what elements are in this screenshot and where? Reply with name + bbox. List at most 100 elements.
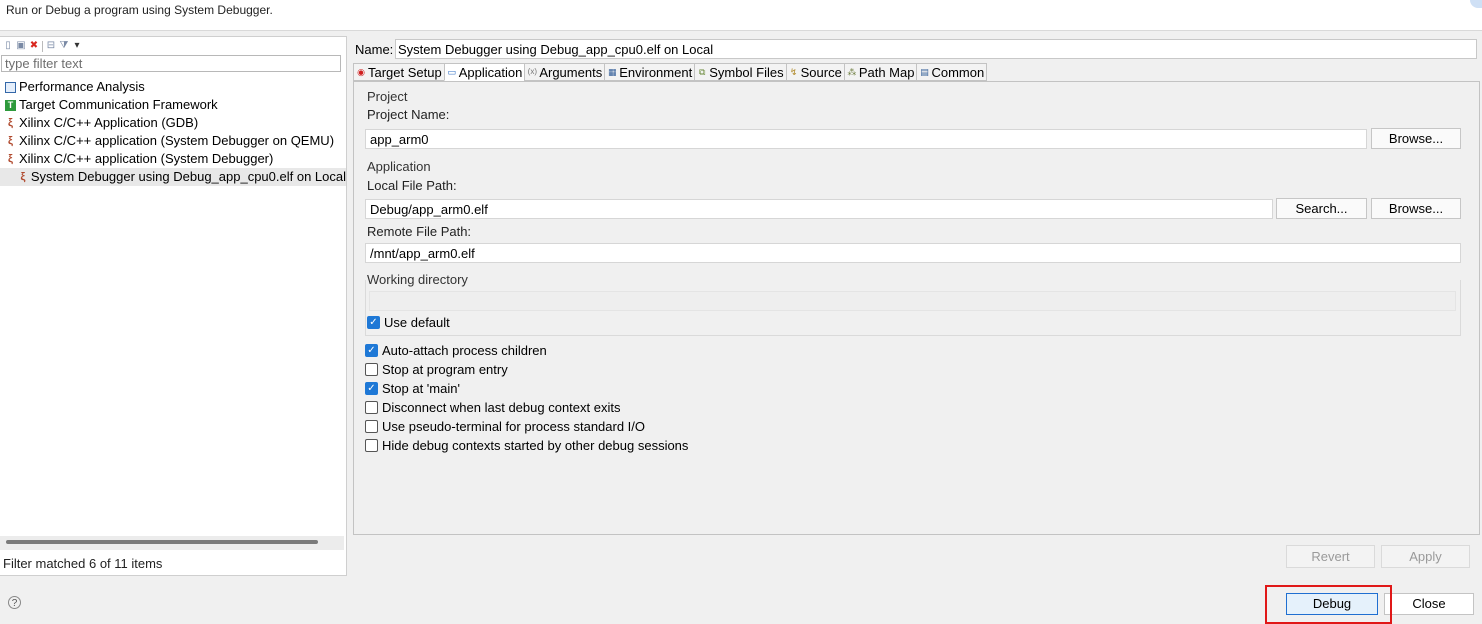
tcf-icon: T: [5, 99, 16, 111]
revert-button[interactable]: Revert: [1286, 545, 1375, 568]
config-tabs: ◉ Target Setup ▭ Application (x) Argumen…: [353, 63, 988, 81]
tab-environment[interactable]: ▦ Environment: [604, 63, 695, 81]
tab-label: Common: [931, 64, 985, 80]
remote-file-path-field[interactable]: [365, 243, 1461, 263]
project-name-label: Project Name:: [367, 107, 450, 122]
config-editor-pane: Name: ◉ Target Setup ▭ Application (x) A…: [351, 36, 1482, 574]
tree-item-performance-analysis[interactable]: Performance Analysis: [0, 78, 346, 96]
xilinx-icon: ξ: [8, 152, 13, 165]
path-map-icon: ⁂: [847, 67, 857, 77]
option-hide-other-sessions[interactable]: Hide debug contexts started by other deb…: [365, 436, 688, 455]
common-icon: ▤: [920, 67, 929, 77]
project-group-title: Project: [367, 89, 408, 104]
option-label: Stop at program entry: [382, 362, 508, 377]
option-label: Hide debug contexts started by other deb…: [382, 438, 689, 453]
tab-label: Target Setup: [368, 64, 442, 80]
tab-application[interactable]: ▭ Application: [443, 63, 525, 81]
local-path-browse-button[interactable]: Browse...: [1371, 198, 1461, 219]
project-browse-button[interactable]: Browse...: [1371, 128, 1461, 149]
filter-icon[interactable]: ⧩: [59, 41, 69, 51]
xilinx-icon: ξ: [20, 170, 26, 183]
application-group-title: Application: [367, 159, 431, 174]
help-icon[interactable]: ?: [8, 596, 21, 609]
duplicate-icon[interactable]: ▣: [16, 41, 26, 51]
config-tree: Performance Analysis T Target Communicat…: [0, 78, 346, 186]
option-pseudo-terminal[interactable]: Use pseudo-terminal for process standard…: [365, 417, 688, 436]
view-menu-icon[interactable]: ▾: [72, 41, 82, 51]
option-stop-at-entry[interactable]: Stop at program entry: [365, 360, 688, 379]
option-label: Disconnect when last debug context exits: [382, 400, 621, 415]
header-banner-icon: [1470, 0, 1482, 8]
checkbox-checked-icon: ✓: [365, 382, 378, 395]
xilinx-icon: ξ: [8, 116, 13, 129]
tree-item-label: System Debugger using Debug_app_cpu0.elf…: [30, 169, 346, 184]
target-icon: ◉: [357, 67, 365, 77]
filter-status: Filter matched 6 of 11 items: [3, 556, 163, 571]
tab-label: Path Map: [858, 64, 915, 80]
tab-label: Environment: [619, 64, 693, 80]
application-icon: ▭: [447, 67, 456, 77]
filter-input[interactable]: [1, 55, 341, 72]
close-button[interactable]: Close: [1384, 593, 1474, 615]
debug-button[interactable]: Debug: [1286, 593, 1378, 615]
tab-arguments[interactable]: (x) Arguments: [524, 63, 605, 81]
symbol-files-icon: ⧉: [698, 67, 706, 77]
collapse-all-icon[interactable]: ⊟: [46, 41, 56, 51]
debug-options-list: ✓ Auto-attach process children Stop at p…: [365, 341, 688, 455]
tree-item-label: Xilinx C/C++ Application (GDB): [19, 115, 199, 130]
option-label: Stop at 'main': [382, 381, 460, 396]
delete-icon[interactable]: ✖: [29, 41, 39, 51]
option-disconnect-last-context[interactable]: Disconnect when last debug context exits: [365, 398, 688, 417]
dialog-header: Run or Debug a program using System Debu…: [0, 0, 1482, 31]
new-config-icon[interactable]: ▯: [3, 41, 13, 51]
tree-item-xilinx-system-debugger-qemu[interactable]: ξ Xilinx C/C++ application (System Debug…: [0, 132, 346, 150]
apply-button[interactable]: Apply: [1381, 545, 1470, 568]
tree-item-xilinx-gdb[interactable]: ξ Xilinx C/C++ Application (GDB): [0, 114, 346, 132]
tab-target-setup[interactable]: ◉ Target Setup: [353, 63, 444, 81]
checkbox-unchecked-icon: [365, 401, 378, 414]
tree-item-label: Xilinx C/C++ application (System Debugge…: [19, 151, 274, 166]
checkbox-checked-icon: ✓: [367, 316, 380, 329]
left-toolbar: ▯ ▣ ✖ ⊟ ⧩ ▾: [3, 39, 82, 53]
tab-source[interactable]: ↯ Source: [785, 63, 844, 81]
tree-item-target-communication-framework[interactable]: T Target Communication Framework: [0, 96, 346, 114]
tree-item-xilinx-system-debugger[interactable]: ξ Xilinx C/C++ application (System Debug…: [0, 150, 346, 168]
performance-icon: [5, 81, 16, 93]
environment-icon: ▦: [607, 67, 617, 77]
tab-symbol-files[interactable]: ⧉ Symbol Files: [694, 63, 786, 81]
tab-label: Application: [458, 64, 523, 80]
name-label: Name:: [355, 42, 394, 57]
tab-common[interactable]: ▤ Common: [916, 63, 988, 81]
local-file-path-label: Local File Path:: [367, 178, 457, 193]
horizontal-scrollbar-thumb[interactable]: [6, 540, 318, 544]
dialog-button-bar: [0, 578, 1482, 624]
tab-label: Source: [800, 64, 842, 80]
launch-config-list-pane: ▯ ▣ ✖ ⊟ ⧩ ▾ Performance Analysis T Targe…: [0, 36, 347, 576]
checkbox-unchecked-icon: [365, 363, 378, 376]
tree-item-system-debugger-local[interactable]: ξ System Debugger using Debug_app_cpu0.e…: [0, 168, 346, 186]
tree-item-label: Target Communication Framework: [19, 97, 218, 112]
working-directory-field: [369, 291, 1456, 311]
use-default-checkbox[interactable]: ✓ Use default: [367, 313, 450, 332]
use-default-label: Use default: [384, 315, 450, 330]
checkbox-unchecked-icon: [365, 420, 378, 433]
option-label: Auto-attach process children: [382, 343, 547, 358]
checkbox-unchecked-icon: [365, 439, 378, 452]
toolbar-separator: [42, 40, 43, 52]
config-name-input[interactable]: [395, 39, 1477, 59]
option-label: Use pseudo-terminal for process standard…: [382, 419, 646, 434]
tab-label: Arguments: [539, 64, 603, 80]
application-tab-panel: Project Project Name: Browse... Applicat…: [353, 81, 1480, 535]
remote-file-path-label: Remote File Path:: [367, 224, 472, 239]
project-name-field[interactable]: [365, 129, 1367, 149]
tree-item-label: Xilinx C/C++ application (System Debugge…: [19, 133, 335, 148]
header-description: Run or Debug a program using System Debu…: [6, 3, 273, 17]
option-stop-at-main[interactable]: ✓ Stop at 'main': [365, 379, 688, 398]
local-file-path-field[interactable]: [365, 199, 1273, 219]
option-auto-attach[interactable]: ✓ Auto-attach process children: [365, 341, 688, 360]
xilinx-icon: ξ: [8, 134, 13, 147]
arguments-icon: (x): [527, 67, 537, 76]
tab-path-map[interactable]: ⁂ Path Map: [843, 63, 917, 81]
tab-label: Symbol Files: [709, 64, 784, 80]
local-path-search-button[interactable]: Search...: [1276, 198, 1367, 219]
